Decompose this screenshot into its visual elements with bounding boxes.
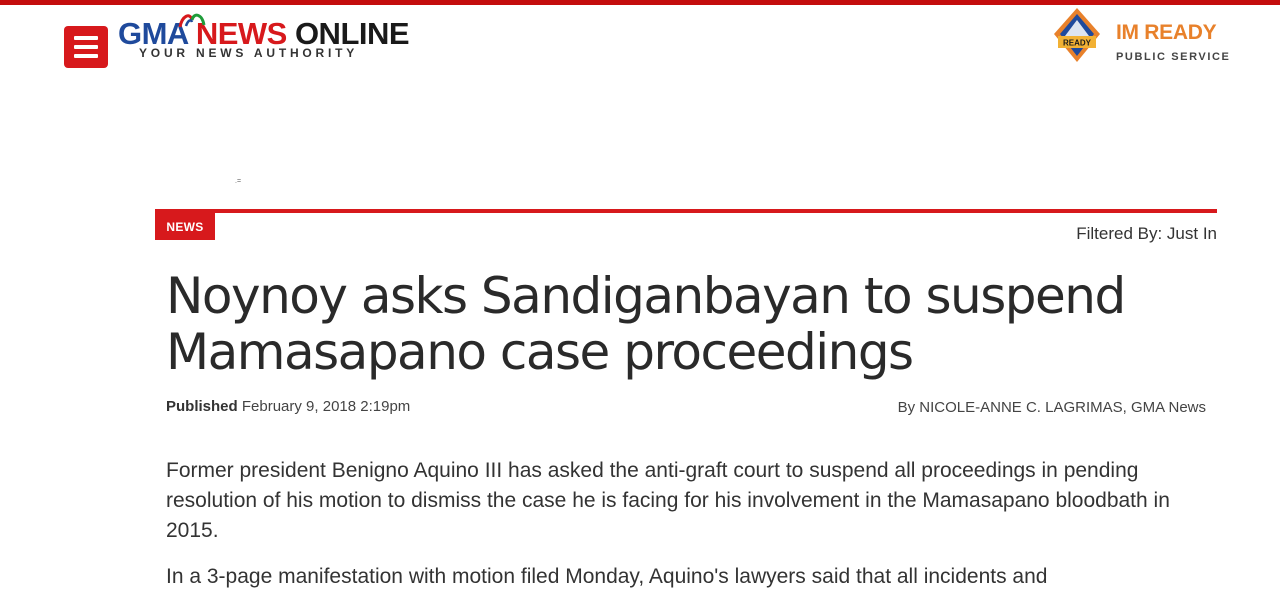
hamburger-menu-button[interactable] (64, 26, 108, 68)
article-paragraph: In a 3-page manifestation with motion fi… (166, 565, 1048, 588)
menu-bar-icon (74, 45, 98, 49)
section-divider (155, 209, 1217, 213)
imready-public-service-link[interactable]: READY IM READY PUBLIC SERVICE (1048, 6, 1229, 66)
article-body: Former president Benigno Aquino III has … (166, 456, 1206, 608)
published-info: Published February 9, 2018 2:19pm (166, 398, 410, 415)
published-date: February 9, 2018 2:19pm (241, 398, 411, 415)
news-section-tag[interactable]: NEWS (155, 213, 215, 240)
gma-news-logo[interactable]: GMA NEWS ONLINE YOUR NEWS AUTHORITY (118, 13, 410, 60)
brand-wordmark: GMA NEWS ONLINE (118, 13, 410, 54)
published-label: Published (166, 398, 238, 415)
menu-bar-icon (74, 54, 98, 58)
gma-rainbow-icon (178, 13, 206, 28)
top-accent-bar (0, 0, 1280, 5)
article-title: Noynoy asks Sandiganbayan to suspend Mam… (166, 267, 1126, 381)
filter-label: Filtered By: Just In (1076, 224, 1217, 243)
article-paragraph: Former president Benigno Aquino III has … (166, 459, 1170, 542)
brand-online-text: ONLINE (294, 16, 410, 51)
menu-bar-icon (74, 36, 98, 40)
imready-badge-icon: READY (1054, 8, 1100, 62)
imready-title: IM READY (1116, 21, 1217, 44)
imready-subtitle: PUBLIC SERVICE (1116, 51, 1231, 63)
article-byline[interactable]: By NICOLE-ANNE C. LAGRIMAS, GMA News (898, 399, 1206, 416)
brand-news-text: NEWS (195, 16, 288, 51)
ad-placeholder-marker: .= (235, 178, 242, 185)
imready-badge-text: READY (1063, 39, 1092, 48)
